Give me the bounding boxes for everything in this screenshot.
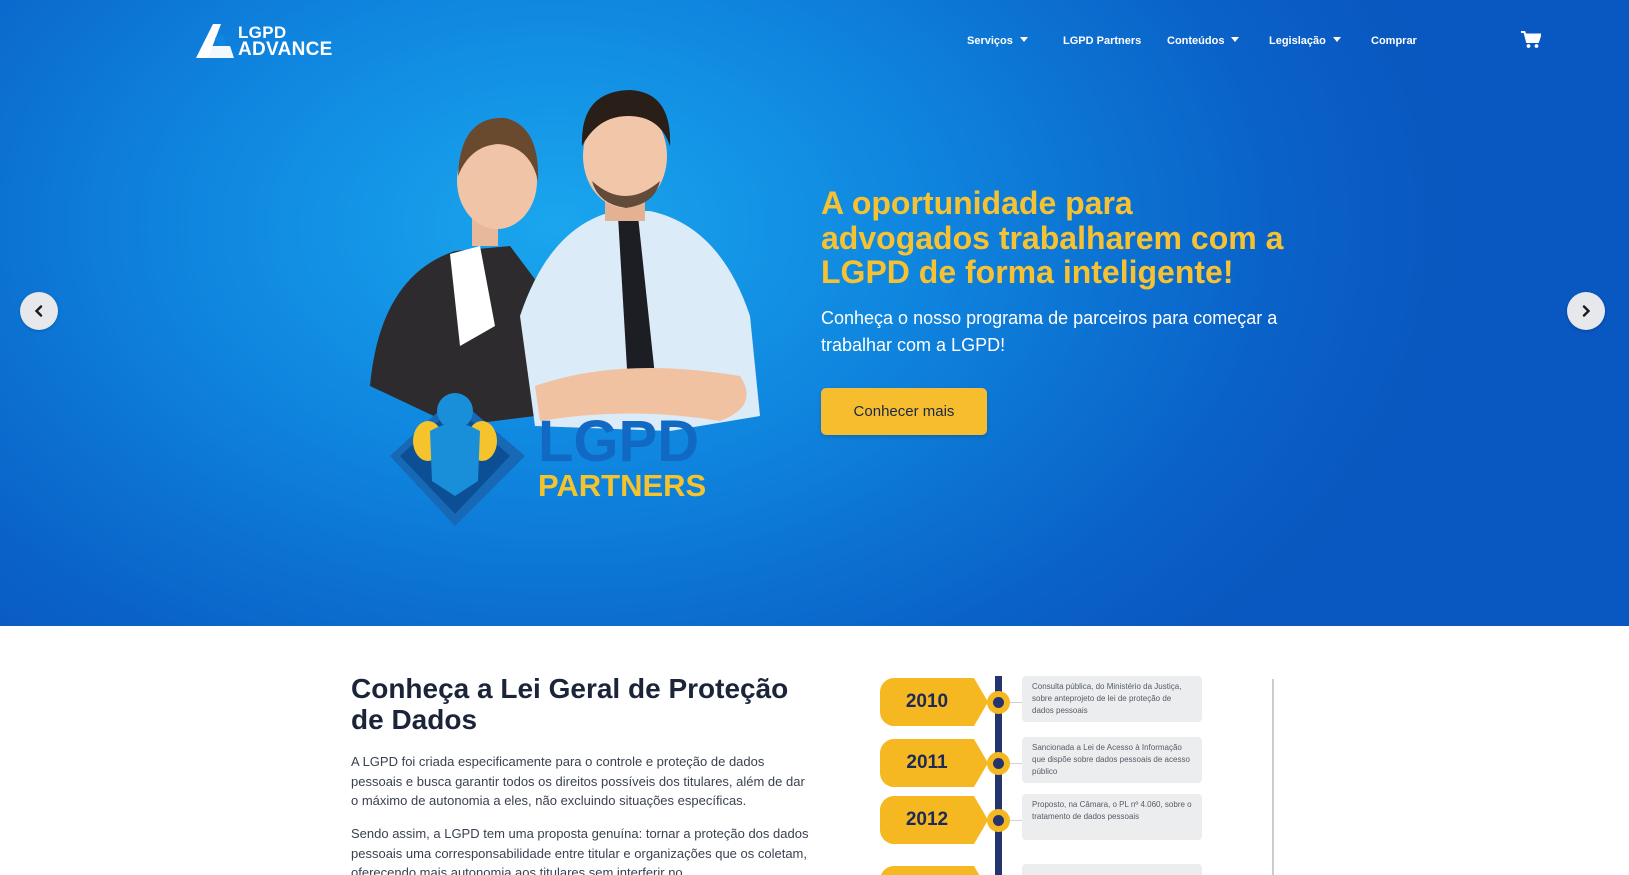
timeline-text: Sancionada a Lei de Acesso à Informação … xyxy=(1022,737,1202,783)
business-people-image: LGPD PARTNERS xyxy=(370,90,760,526)
timeline-dot-icon xyxy=(987,809,1010,832)
timeline-dot-icon xyxy=(987,691,1010,714)
timeline-dot-icon xyxy=(987,752,1010,775)
nav-label: Conteúdos xyxy=(1167,35,1225,47)
badge-text-lgpd: LGPD xyxy=(538,409,699,474)
caret-down-icon xyxy=(1019,37,1028,42)
chevron-left-icon xyxy=(34,305,43,317)
timeline-year xyxy=(880,866,988,875)
nav-label: Comprar xyxy=(1371,35,1417,47)
carousel-prev-button[interactable] xyxy=(20,292,58,330)
nav-item-servicos[interactable]: Serviços xyxy=(967,33,1028,49)
timeline-text xyxy=(1022,864,1202,875)
logo-mark-icon xyxy=(196,24,234,58)
nav-label: Serviços xyxy=(967,35,1013,47)
timeline-text: Consulta pública, do Ministério da Justi… xyxy=(1022,676,1202,722)
nav-label: LGPD Partners xyxy=(1063,35,1142,47)
hero-title: A oportunidade para advogados trabalhare… xyxy=(821,185,1284,290)
timeline-item: 2012 Proposto, na Câmara, o PL nº 4.060,… xyxy=(870,790,1280,844)
timeline-item xyxy=(870,860,1280,875)
logo-text-line2: ADVANCE xyxy=(238,39,333,60)
timeline-text: Proposto, na Câmara, o PL nº 4.060, sobr… xyxy=(1022,794,1202,840)
nav-label: Legislação xyxy=(1269,35,1326,47)
timeline-year: 2010 xyxy=(880,678,988,726)
chevron-right-icon xyxy=(1582,305,1591,317)
nav-item-comprar[interactable]: Comprar xyxy=(1371,33,1417,49)
section-title: Conheça a Lei Geral de Proteção de Dados xyxy=(351,673,789,735)
caret-down-icon xyxy=(1231,37,1240,42)
lgpd-timeline: 2010 Consulta pública, do Ministério da … xyxy=(870,672,1280,875)
badge-text-partners: PARTNERS xyxy=(538,468,706,503)
timeline-year: 2011 xyxy=(880,739,988,787)
section-paragraph-2: Sendo assim, a LGPD tem uma proposta gen… xyxy=(351,826,809,875)
nav-item-lgpd-partners[interactable]: LGPD Partners xyxy=(1063,33,1141,49)
shopping-cart-icon[interactable] xyxy=(1521,31,1542,49)
timeline-item: 2010 Consulta pública, do Ministério da … xyxy=(870,672,1280,726)
nav-item-conteudos[interactable]: Conteúdos xyxy=(1167,33,1240,49)
carousel-next-button[interactable] xyxy=(1567,292,1605,330)
nav-item-legislacao[interactable]: Legislação xyxy=(1269,33,1341,49)
timeline-year: 2012 xyxy=(880,796,988,844)
timeline-item: 2011 Sancionada a Lei de Acesso à Inform… xyxy=(870,733,1280,787)
caret-down-icon xyxy=(1332,37,1341,42)
section-paragraph-1: A LGPD foi criada especificamente para o… xyxy=(351,754,805,808)
hero-banner: LGPD ADVANCE Serviços LGPD Partners Cont… xyxy=(0,0,1629,626)
hero-illustration: LGPD PARTNERS xyxy=(360,86,800,546)
conhecer-mais-button[interactable]: Conhecer mais xyxy=(821,388,987,435)
site-logo[interactable]: LGPD ADVANCE xyxy=(196,22,342,60)
hero-subtitle: Conheça o nosso programa de parceiros pa… xyxy=(821,308,1278,355)
